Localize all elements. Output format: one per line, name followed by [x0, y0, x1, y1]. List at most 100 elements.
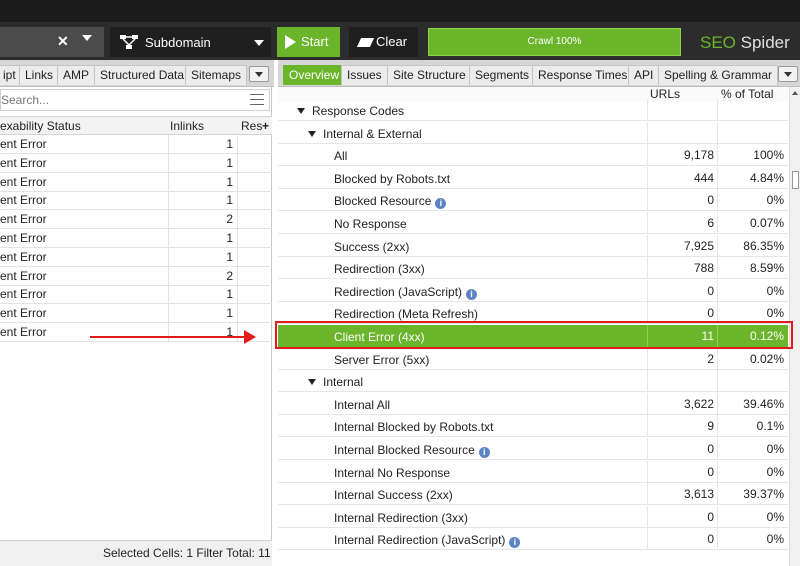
inlinks-cell: 2: [168, 210, 238, 229]
start-button[interactable]: Start: [277, 27, 340, 57]
left-tabs-overflow-button[interactable]: [249, 66, 269, 82]
expand-caret-icon[interactable]: [308, 130, 316, 137]
filter-settings-icon[interactable]: [250, 94, 264, 106]
overview-row[interactable]: Internal Success (2xx) 3,613 39.37%: [278, 483, 788, 506]
overview-row-label: Redirection (Meta Refresh): [334, 307, 479, 322]
tab-links[interactable]: Links: [19, 65, 60, 85]
overview-row[interactable]: Redirection (3xx) 788 8.59%: [278, 257, 788, 280]
table-row[interactable]: ent Error 1: [0, 304, 272, 324]
overview-row[interactable]: Internal Blocked by Robots.txt 9 0.1%: [278, 415, 788, 438]
indexability-status-cell: ent Error: [0, 231, 47, 245]
tab-issues[interactable]: Issues: [341, 65, 388, 85]
overview-row[interactable]: Internal: [278, 370, 788, 393]
overview-row[interactable]: Blocked by Robots.txt 444 4.84%: [278, 166, 788, 189]
url-dropdown-icon[interactable]: [82, 35, 92, 41]
selection-status: Selected Cells: 1 Filter Total: 11: [103, 546, 271, 560]
overview-row[interactable]: No Response 6 0.07%: [278, 212, 788, 234]
add-column-icon[interactable]: +: [262, 119, 269, 133]
table-row[interactable]: ent Error 1: [0, 247, 272, 267]
indexability-status-cell: ent Error: [0, 193, 47, 208]
column-inlinks[interactable]: Inlinks: [170, 119, 204, 133]
overview-row-label: Blocked by Robots.txt: [334, 171, 451, 186]
chevron-down-icon: [254, 40, 264, 46]
percent-cell: [717, 99, 788, 121]
overview-row[interactable]: Internal All 3,622 39.46%: [278, 392, 788, 415]
urls-cell: 0: [647, 438, 717, 460]
right-tabs-overflow-button[interactable]: [778, 66, 798, 82]
inlinks-cell: 2: [168, 266, 238, 285]
overview-row[interactable]: Redirection (JavaScript) i 0 0%: [278, 279, 788, 302]
tab-spelling-grammar[interactable]: Spelling & Grammar: [658, 65, 779, 85]
clear-button[interactable]: Clear: [349, 27, 418, 57]
table-row[interactable]: ent Error 1: [0, 172, 272, 192]
overview-row[interactable]: Success (2xx) 7,925 86.35%: [278, 234, 788, 257]
scrollbar-thumb[interactable]: [792, 171, 799, 189]
info-icon[interactable]: i: [509, 537, 521, 549]
table-row[interactable]: ent Error 2: [0, 266, 272, 286]
column-response[interactable]: Res: [241, 119, 262, 133]
overview-row[interactable]: All 9,178 100%: [278, 144, 788, 167]
urls-cell: 0: [647, 279, 717, 302]
indexability-status-cell: ent Error: [0, 268, 47, 283]
sitemap-icon: [120, 35, 138, 49]
table-row[interactable]: ent Error 1: [0, 323, 272, 342]
left-status-bar: Selected Cells: 1 Filter Total: 11: [0, 540, 272, 566]
info-icon[interactable]: i: [435, 198, 447, 210]
tab-structured-data[interactable]: Structured Data: [94, 65, 191, 85]
percent-cell: 100%: [717, 144, 788, 167]
tab-sitemaps[interactable]: Sitemaps: [185, 65, 248, 85]
tab-site-structure[interactable]: Site Structure: [387, 65, 472, 85]
tab-segments[interactable]: Segments: [469, 65, 536, 85]
percent-cell: 0.1%: [717, 415, 788, 438]
overview-row[interactable]: Internal Redirection (3xx) 0 0%: [278, 505, 788, 528]
urls-cell: 444: [647, 166, 717, 189]
tab-response-times[interactable]: Response Times: [532, 65, 634, 85]
urls-cell: 6: [647, 212, 717, 234]
search-input[interactable]: Search...: [0, 89, 270, 111]
scroll-up-icon[interactable]: [792, 91, 798, 95]
overview-row[interactable]: Internal Blocked Resource i 0 0%: [278, 438, 788, 460]
table-row[interactable]: ent Error 1: [0, 229, 272, 248]
clear-label: Clear: [376, 34, 408, 49]
overview-row[interactable]: Internal Redirection (JavaScript) i 0 0%: [278, 528, 788, 551]
overview-row-label: Internal Redirection (JavaScript): [334, 533, 506, 548]
inlinks-cell: 1: [168, 153, 238, 172]
url-field[interactable]: ✕: [0, 27, 104, 57]
percent-cell: 0.07%: [717, 212, 788, 234]
urls-cell: [647, 99, 717, 121]
urls-cell: 0: [647, 505, 717, 528]
table-row[interactable]: ent Error 1: [0, 285, 272, 305]
overview-row[interactable]: Response Codes: [278, 99, 788, 121]
overview-row-label: Redirection (JavaScript): [334, 284, 463, 299]
table-row[interactable]: ent Error 1: [0, 135, 272, 154]
overview-row[interactable]: Blocked Resource i 0 0%: [278, 189, 788, 212]
title-strip: [0, 0, 800, 22]
tab-api[interactable]: API: [628, 65, 660, 85]
indexability-status-cell: ent Error: [0, 287, 47, 302]
tab-amp[interactable]: AMP: [57, 65, 96, 85]
urls-cell: [647, 121, 717, 144]
right-tab-bar: Overview Issues Site Structure Segments …: [278, 60, 800, 87]
tab-overview[interactable]: Overview: [283, 65, 346, 85]
search-placeholder: Search...: [1, 93, 50, 107]
top-toolbar: ✕ Subdomain Start Clear Crawl 100% SEO S…: [0, 0, 800, 60]
urls-cell: 788: [647, 257, 717, 280]
indexability-status-cell: ent Error: [0, 306, 47, 321]
info-icon[interactable]: i: [478, 447, 490, 458]
overview-row[interactable]: Server Error (5xx) 2 0.02%: [278, 347, 788, 370]
info-icon[interactable]: i: [466, 288, 478, 300]
indexability-status-cell: ent Error: [0, 212, 47, 227]
left-table-header: exability Status Inlinks Res +: [0, 116, 272, 135]
inlinks-cell: 1: [168, 285, 238, 304]
expand-caret-icon[interactable]: [297, 108, 305, 114]
overview-row[interactable]: Internal & External: [278, 121, 788, 144]
column-indexability-status[interactable]: exability Status: [0, 119, 81, 133]
table-row[interactable]: ent Error 1: [0, 153, 272, 173]
table-row[interactable]: ent Error 1: [0, 191, 272, 211]
crawl-mode-select[interactable]: Subdomain: [110, 27, 271, 57]
x-icon[interactable]: ✕: [57, 33, 69, 50]
table-row[interactable]: ent Error 2: [0, 210, 272, 230]
expand-caret-icon[interactable]: [308, 379, 316, 386]
overview-row-label: All: [334, 149, 348, 164]
overview-row[interactable]: Internal No Response 0 0%: [278, 460, 788, 483]
